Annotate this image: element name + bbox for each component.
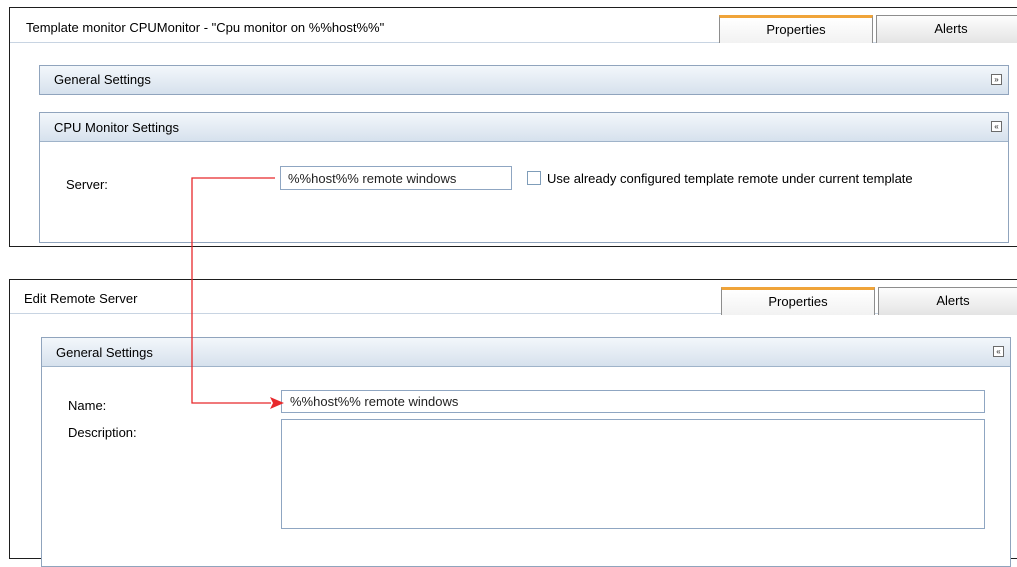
server-field[interactable] — [280, 166, 512, 190]
edit-remote-server-window: Edit Remote Server Properties Alerts Gen… — [9, 279, 1017, 567]
name-label: Name: — [68, 398, 107, 413]
use-template-remote-label: Use already configured template remote u… — [547, 171, 913, 186]
description-label: Description: — [68, 425, 137, 440]
tab-properties[interactable]: Properties — [721, 287, 875, 315]
edit-remote-server-header: Edit Remote Server Properties Alerts — [10, 280, 1017, 315]
tab-alerts[interactable]: Alerts — [876, 15, 1017, 43]
general-settings-panel: General Settings » — [39, 65, 1009, 95]
remote-general-settings-title: General Settings — [56, 345, 153, 360]
template-monitor-title: Template monitor CPUMonitor - "Cpu monit… — [26, 20, 385, 35]
template-monitor-header: Template monitor CPUMonitor - "Cpu monit… — [10, 8, 1017, 43]
use-template-remote-checkbox[interactable] — [527, 171, 541, 185]
collapse-icon[interactable]: « — [991, 121, 1002, 132]
remote-general-settings-panel: General Settings « Name: Description: — [41, 337, 1011, 567]
tab-alerts[interactable]: Alerts — [878, 287, 1017, 315]
expand-icon[interactable]: » — [991, 74, 1002, 85]
cpu-monitor-settings-panel: CPU Monitor Settings « Server: Use alrea… — [39, 112, 1009, 243]
name-field[interactable] — [281, 390, 985, 413]
general-settings-title: General Settings — [54, 72, 151, 87]
template-monitor-window: Template monitor CPUMonitor - "Cpu monit… — [9, 7, 1017, 247]
cpu-monitor-settings-title: CPU Monitor Settings — [54, 120, 179, 135]
collapse-icon[interactable]: « — [993, 346, 1004, 357]
remote-general-settings-header[interactable]: General Settings « — [42, 338, 1010, 367]
general-settings-header[interactable]: General Settings » — [40, 66, 1008, 94]
edit-remote-server-title: Edit Remote Server — [24, 291, 138, 306]
description-field[interactable] — [281, 419, 985, 529]
server-label: Server: — [66, 177, 108, 192]
tab-properties[interactable]: Properties — [719, 15, 873, 43]
cpu-monitor-settings-header[interactable]: CPU Monitor Settings « — [40, 113, 1008, 142]
